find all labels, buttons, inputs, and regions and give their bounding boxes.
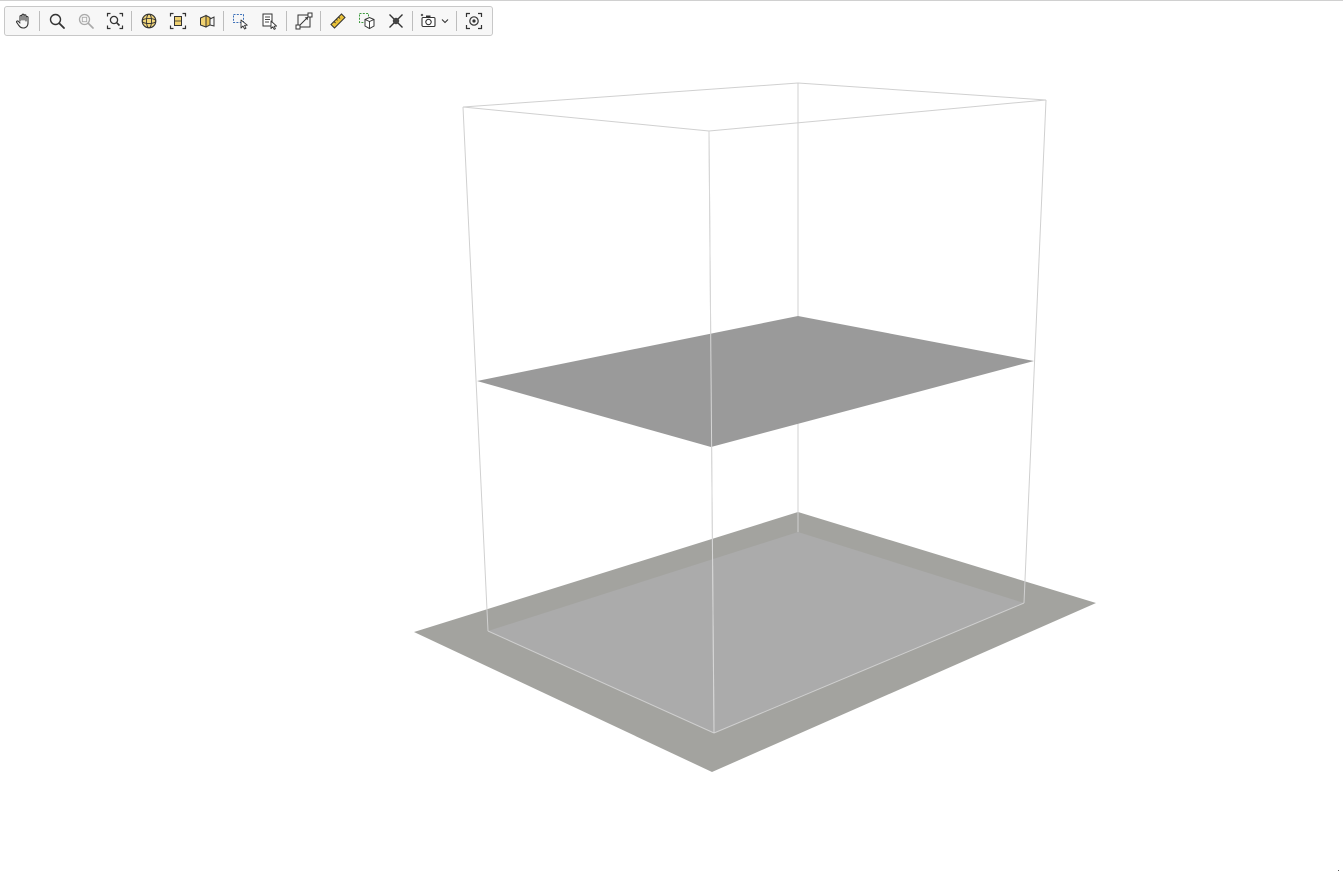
zoom-extents-button[interactable]: [102, 8, 128, 34]
isolate-button[interactable]: [354, 8, 380, 34]
magnifier-disabled-icon: [78, 13, 94, 29]
box-view-icon: [199, 14, 214, 28]
magnifier-icon: [49, 13, 65, 29]
view-cube-button[interactable]: [194, 8, 220, 34]
select-button[interactable]: [228, 8, 254, 34]
viewer-toolbar: [4, 6, 493, 36]
select-cursor-icon: [232, 14, 248, 30]
isolate-icon: [358, 13, 374, 30]
zoom-extents-icon: [106, 12, 123, 30]
upper-slab: [477, 316, 1034, 447]
zoom-button[interactable]: [44, 8, 70, 34]
fit-frame-icon: [169, 12, 186, 30]
clear-x-icon: [388, 14, 403, 28]
measure-button[interactable]: [325, 8, 351, 34]
toolbar-separator: [286, 11, 287, 31]
ruler-icon: [329, 13, 346, 29]
toolbar-separator: [320, 11, 321, 31]
clear-button[interactable]: [383, 8, 409, 34]
section-box-icon: [295, 12, 312, 30]
focus-target-icon: [465, 12, 482, 30]
zoom-window-button[interactable]: [73, 8, 99, 34]
orbit-icon: [141, 13, 156, 29]
3d-viewport[interactable]: [0, 0, 1343, 874]
toolbar-separator: [223, 11, 224, 31]
snapshot-dropdown[interactable]: [417, 8, 453, 34]
toolbar-separator: [412, 11, 413, 31]
toolbar-separator: [39, 11, 40, 31]
focus-button[interactable]: [461, 8, 487, 34]
status-dot: [1338, 870, 1339, 871]
hand-icon: [15, 13, 29, 29]
select-list-button[interactable]: [257, 8, 283, 34]
pan-tool-button[interactable]: [10, 8, 36, 34]
chevron-down-icon: [441, 19, 448, 24]
toolbar-separator: [131, 11, 132, 31]
fit-view-button[interactable]: [165, 8, 191, 34]
toolbar-separator: [456, 11, 457, 31]
model-scene[interactable]: [0, 1, 1343, 875]
section-box-button[interactable]: [291, 8, 317, 34]
camera-icon: [420, 13, 436, 28]
select-list-icon: [262, 13, 277, 30]
orbit-button[interactable]: [136, 8, 162, 34]
